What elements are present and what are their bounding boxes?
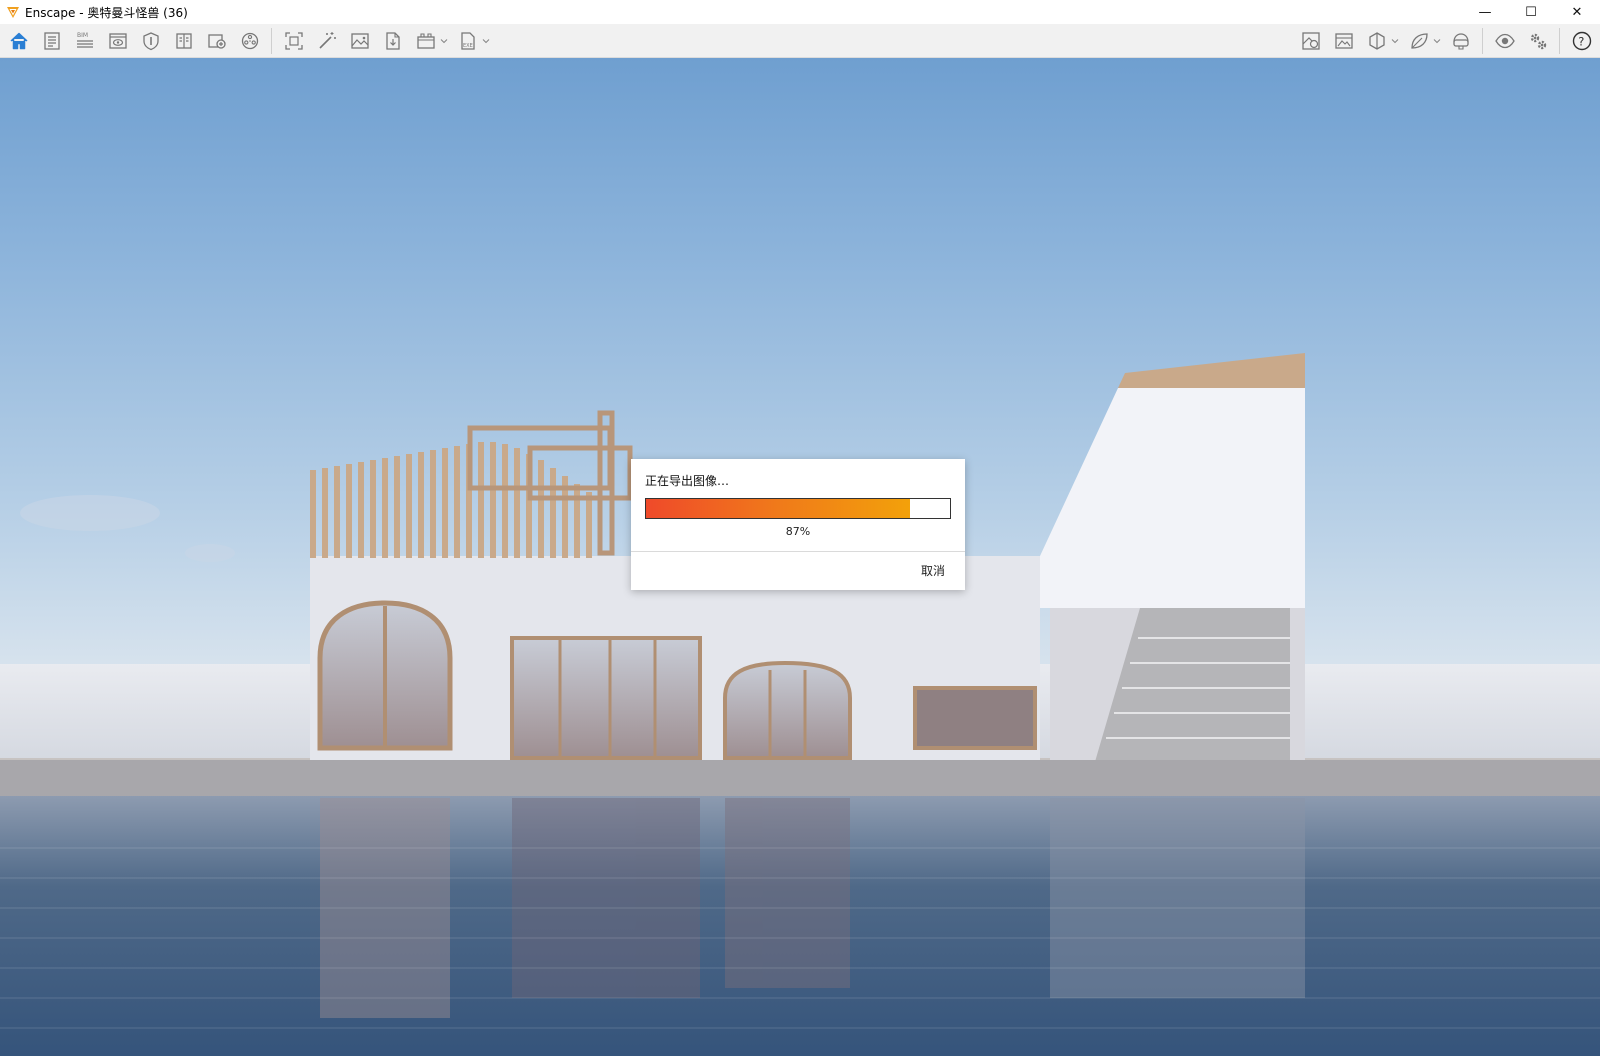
visual-settings-icon — [1494, 33, 1515, 49]
export-progress-dialog: 正在导出图像… 87% 取消 — [631, 459, 965, 590]
enscape-logo-icon — [7, 7, 19, 18]
chevron-down-icon — [440, 39, 448, 44]
progress-percent-label: 87% — [785, 525, 811, 538]
nature-button[interactable] — [1404, 26, 1434, 56]
home-icon — [9, 32, 28, 50]
window-controls: — ☐ ✕ — [1462, 0, 1600, 24]
close-button[interactable]: ✕ — [1554, 0, 1600, 24]
leaf-icon — [1410, 33, 1428, 49]
toolbar-separator — [271, 28, 272, 54]
dialog-divider — [631, 551, 965, 552]
help-button[interactable]: ? — [1567, 26, 1597, 56]
vr-headset-icon — [1452, 33, 1469, 50]
add-view-button[interactable] — [202, 26, 232, 56]
chevron-down-icon — [482, 39, 490, 44]
maximize-button[interactable]: ☐ — [1508, 0, 1554, 24]
chevron-down-icon — [1433, 39, 1441, 44]
section-view-icon — [1368, 32, 1385, 50]
material-editor-button[interactable] — [1296, 26, 1326, 56]
asset-library-icon — [1334, 33, 1353, 49]
shield-icon — [142, 32, 159, 51]
settings-button[interactable] — [1523, 26, 1553, 56]
toolbar-separator — [1482, 28, 1483, 54]
progress-bar — [645, 498, 951, 519]
exe-export-icon: EXE — [460, 32, 475, 50]
svg-text:?: ? — [1578, 34, 1584, 48]
nature-dropdown[interactable] — [1432, 26, 1442, 56]
toolbar-left-group: BIM EXE — [2, 24, 493, 58]
magic-wand-button[interactable] — [312, 26, 342, 56]
exe-export-dropdown[interactable] — [481, 26, 491, 56]
title-bar: Enscape - 奥特曼斗怪兽 (36) — ☐ ✕ — [0, 0, 1600, 24]
svg-text:BIM: BIM — [77, 32, 88, 39]
view-icon — [108, 33, 127, 49]
book-icon — [175, 33, 192, 49]
minimize-button[interactable]: — — [1462, 0, 1508, 24]
cancel-button[interactable]: 取消 — [921, 562, 945, 579]
export-file-button[interactable] — [378, 26, 408, 56]
screenshot-button[interactable] — [279, 26, 309, 56]
render-image-button[interactable] — [345, 26, 375, 56]
video-editor-button[interactable] — [235, 26, 265, 56]
settings-icon — [1530, 33, 1546, 50]
batch-render-icon — [416, 33, 435, 49]
chevron-down-icon — [1391, 39, 1399, 44]
section-view-dropdown[interactable] — [1390, 26, 1400, 56]
view-management-button[interactable] — [103, 26, 133, 56]
vr-headset-button[interactable] — [1446, 26, 1476, 56]
bim-button[interactable]: BIM — [70, 26, 100, 56]
help-icon: ? — [1572, 31, 1591, 51]
toolbar-separator — [1559, 28, 1560, 54]
window-title: Enscape - 奥特曼斗怪兽 (36) — [25, 5, 188, 20]
export-file-icon — [385, 32, 400, 50]
magic-wand-icon — [318, 32, 336, 49]
video-editor-icon — [241, 32, 258, 50]
image-icon — [350, 33, 369, 49]
screenshot-icon — [284, 32, 303, 50]
batch-render-button[interactable] — [411, 26, 441, 56]
home-button[interactable] — [4, 26, 34, 56]
document-button[interactable] — [37, 26, 67, 56]
dialog-title: 正在导出图像… — [645, 474, 730, 488]
toolbar-right-group: ? — [1294, 24, 1598, 58]
document-icon — [43, 32, 60, 50]
add-view-icon — [207, 34, 226, 49]
progress-bar-fill — [646, 499, 911, 518]
bim-icon: BIM — [76, 32, 93, 48]
section-view-button[interactable] — [1362, 26, 1392, 56]
safe-mode-button[interactable] — [136, 26, 166, 56]
book-button[interactable] — [169, 26, 199, 56]
material-editor-icon — [1301, 32, 1320, 50]
exe-export-button[interactable]: EXE — [453, 26, 483, 56]
svg-text:EXE: EXE — [463, 43, 473, 49]
visual-settings-button[interactable] — [1490, 26, 1520, 56]
asset-library-button[interactable] — [1329, 26, 1359, 56]
batch-render-dropdown[interactable] — [439, 26, 449, 56]
main-toolbar: BIM EXE ? — [0, 24, 1600, 77]
